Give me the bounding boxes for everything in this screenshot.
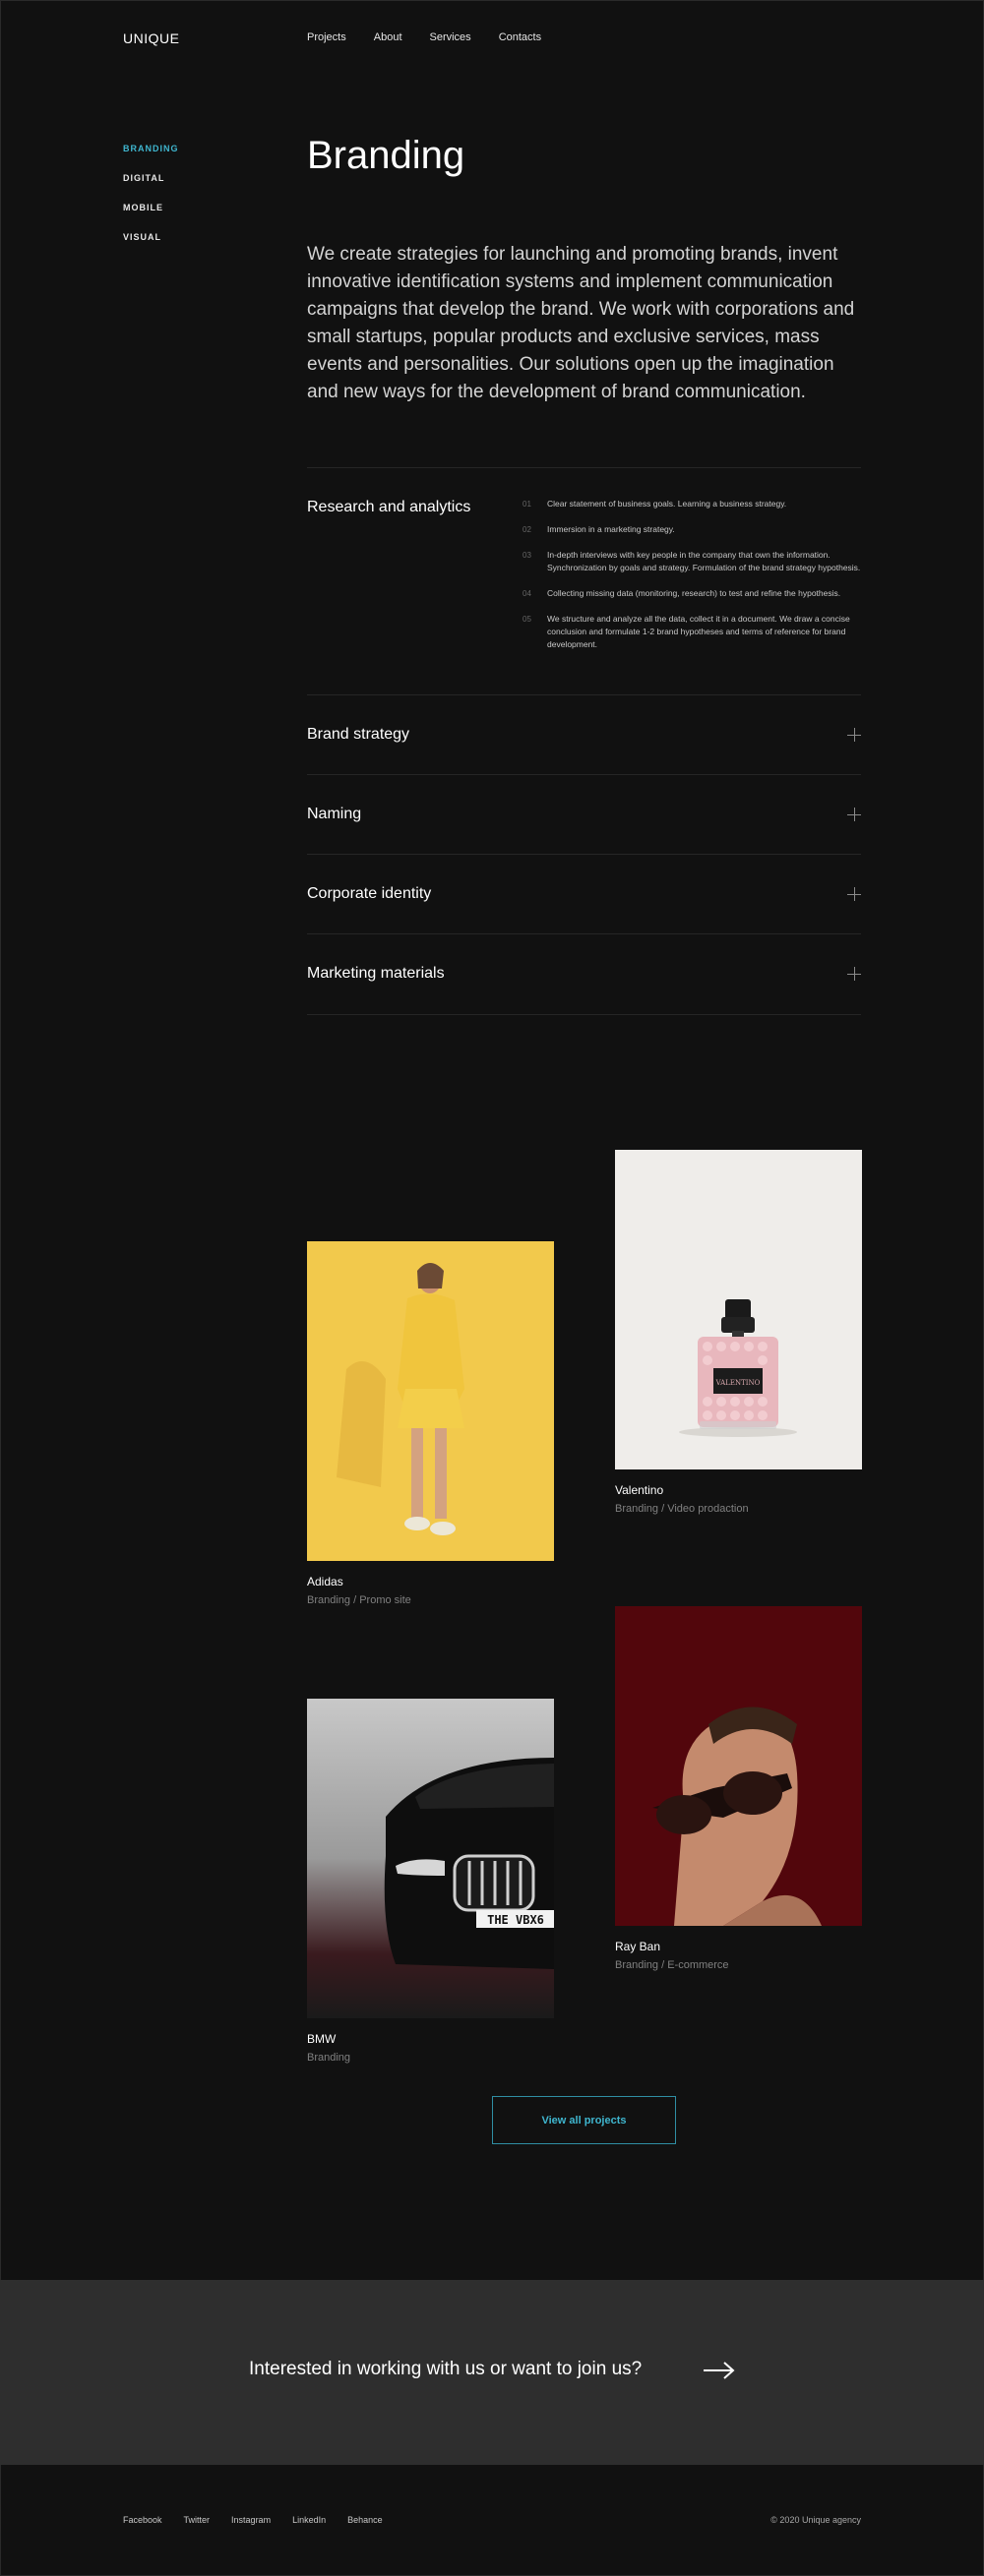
- project-tags: Branding / E-commerce: [615, 1959, 729, 1971]
- accordion-item-marketing-materials[interactable]: Marketing materials: [307, 934, 861, 1013]
- step-number: 05: [523, 615, 531, 624]
- step-number: 01: [523, 500, 531, 509]
- list-item: 05 We structure and analyze all the data,…: [523, 613, 862, 651]
- woman-illustration: [307, 1241, 554, 1561]
- step-number: 02: [523, 525, 531, 534]
- step-text: In-depth interviews with key people in t…: [547, 550, 861, 572]
- divider: [307, 1014, 861, 1015]
- footer-link-facebook[interactable]: Facebook: [123, 2515, 162, 2525]
- project-card-rayban[interactable]: Ray Ban Branding / E-commerce: [615, 1606, 862, 1971]
- project-tags: Branding: [307, 2052, 351, 2064]
- plus-icon[interactable]: [847, 728, 861, 742]
- step-number: 04: [523, 589, 531, 598]
- project-name: BMW: [307, 2032, 337, 2046]
- logo[interactable]: UNIQUE: [123, 30, 179, 46]
- divider: [307, 467, 861, 468]
- step-number: 03: [523, 551, 531, 560]
- perfume-bottle-image[interactable]: VALENTINO: [615, 1150, 862, 1469]
- plus-icon[interactable]: [847, 967, 861, 981]
- man-illustration: [615, 1606, 862, 1926]
- sidebar: BRANDING DIGITAL MOBILE VISUAL: [123, 144, 179, 262]
- cta-section: Interested in working with us or want to…: [0, 2280, 984, 2465]
- view-all-projects-button[interactable]: View all projects: [492, 2096, 676, 2144]
- cta-text[interactable]: Interested in working with us or want to…: [249, 2359, 642, 2380]
- nav-contacts[interactable]: Contacts: [499, 31, 541, 43]
- lead-paragraph: We create strategies for launching and p…: [307, 244, 855, 402]
- footer-link-linkedin[interactable]: LinkedIn: [292, 2515, 326, 2525]
- list-item: 02 Immersion in a marketing strategy.: [523, 523, 862, 536]
- step-text: We structure and analyze all the data, c…: [547, 614, 850, 649]
- accordion-item-brand-strategy[interactable]: Brand strategy: [307, 695, 861, 774]
- bottle-label-text: VALENTINO: [715, 1379, 761, 1387]
- footer-link-twitter[interactable]: Twitter: [184, 2515, 211, 2525]
- project-name: Valentino: [615, 1483, 664, 1497]
- plus-icon[interactable]: [847, 808, 861, 821]
- project-name: Adidas: [307, 1575, 343, 1588]
- license-plate-text: THE VBX6: [487, 1913, 544, 1927]
- man-sunglasses-image[interactable]: [615, 1606, 862, 1926]
- step-text: Immersion in a marketing strategy.: [547, 524, 675, 534]
- arrow-right-icon[interactable]: [704, 2361, 735, 2385]
- sidebar-item-branding[interactable]: BRANDING: [123, 144, 179, 153]
- research-steps-list: 01 Clear statement of business goals. Lea…: [523, 498, 862, 664]
- step-text: Clear statement of business goals. Learn…: [547, 499, 787, 509]
- sidebar-item-visual[interactable]: VISUAL: [123, 232, 179, 242]
- project-card-bmw[interactable]: THE VBX6 BMW Branding: [307, 1699, 554, 2064]
- accordion-item-corporate-identity[interactable]: Corporate identity: [307, 855, 861, 933]
- project-tags: Branding / Video prodaction: [615, 1503, 749, 1515]
- perfume-bottle-illustration: VALENTINO: [679, 1299, 797, 1437]
- sidebar-item-mobile[interactable]: MOBILE: [123, 203, 179, 212]
- project-card-adidas[interactable]: Adidas Branding / Promo site: [307, 1241, 554, 1606]
- plus-icon[interactable]: [847, 887, 861, 901]
- sidebar-item-digital[interactable]: DIGITAL: [123, 173, 179, 183]
- nav-about[interactable]: About: [374, 31, 402, 43]
- accordion-label: Brand strategy: [307, 726, 410, 743]
- footer-social-links: Facebook Twitter Instagram LinkedIn Beha…: [123, 2515, 404, 2525]
- accordion-item-naming[interactable]: Naming: [307, 775, 861, 854]
- footer-link-behance[interactable]: Behance: [347, 2515, 383, 2525]
- accordion-label: Marketing materials: [307, 965, 445, 982]
- car-illustration: THE VBX6: [307, 1699, 554, 2018]
- list-item: 03 In-depth interviews with key people in…: [523, 549, 862, 574]
- black-car-image[interactable]: THE VBX6: [307, 1699, 554, 2018]
- list-item: 01 Clear statement of business goals. Lea…: [523, 498, 862, 510]
- woman-yellow-image[interactable]: [307, 1241, 554, 1561]
- accordion-label: Corporate identity: [307, 885, 432, 902]
- footer-link-instagram[interactable]: Instagram: [231, 2515, 271, 2525]
- project-name: Ray Ban: [615, 1940, 661, 1953]
- main-nav: Projects About Services Contacts: [307, 31, 569, 43]
- copyright: © 2020 Unique agency: [770, 2515, 861, 2525]
- accordion-title-research[interactable]: Research and analytics: [307, 499, 470, 516]
- project-card-valentino[interactable]: VALENTINO Valentino Branding / Video pro…: [615, 1150, 862, 1515]
- accordion-label: Naming: [307, 806, 362, 822]
- nav-projects[interactable]: Projects: [307, 31, 346, 43]
- step-text: Collecting missing data (monitoring, res…: [547, 588, 841, 598]
- page-title: Branding: [307, 134, 465, 177]
- list-item: 04 Collecting missing data (monitoring, r…: [523, 587, 862, 600]
- nav-services[interactable]: Services: [430, 31, 471, 43]
- project-tags: Branding / Promo site: [307, 1594, 411, 1606]
